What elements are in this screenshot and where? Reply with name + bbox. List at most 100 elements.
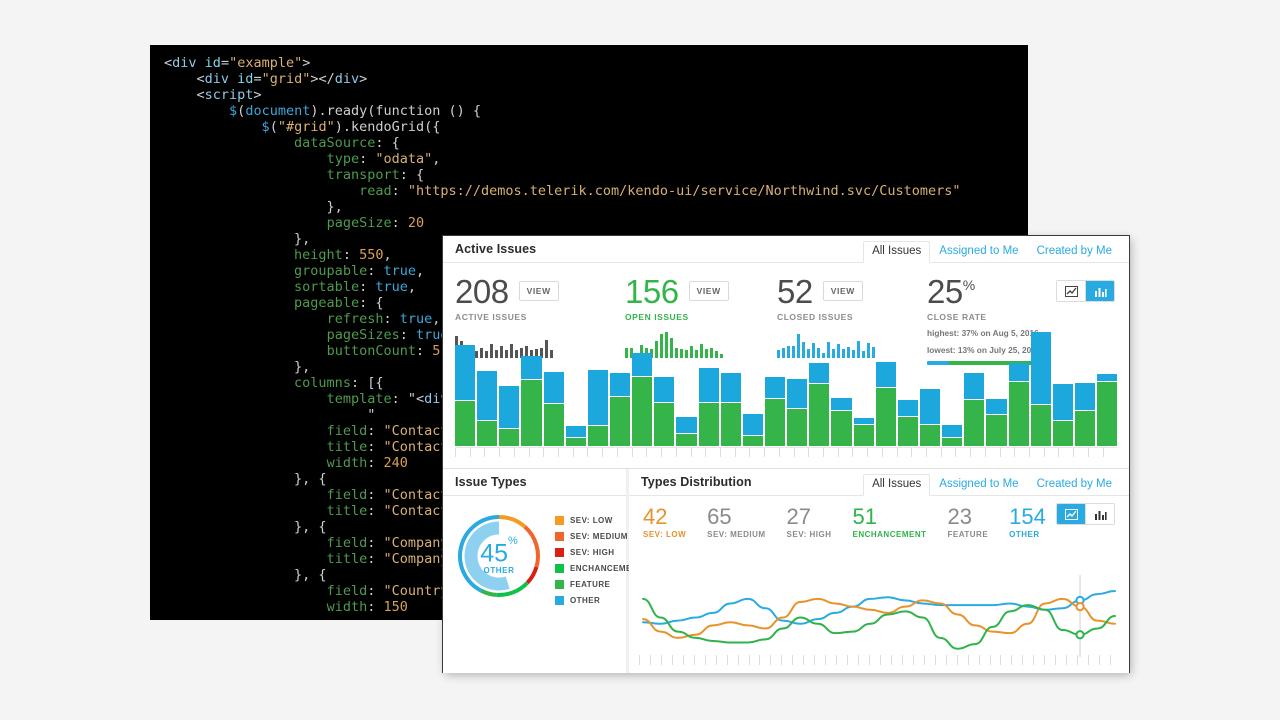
- axis-tick: [902, 655, 913, 665]
- axis-tick: [759, 655, 770, 665]
- types-distribution-panel: Types Distribution All Issues Assigned t…: [629, 469, 1129, 673]
- table-row[interactable]: [610, 373, 630, 446]
- view-open-issues-button[interactable]: VIEW: [689, 281, 729, 301]
- table-row[interactable]: [1097, 374, 1117, 446]
- axis-tick: [955, 448, 970, 457]
- types-distribution-chart-toggle: [1056, 503, 1115, 525]
- axis-tick: [803, 655, 814, 665]
- bar-segment-open: [654, 377, 674, 403]
- table-row[interactable]: [1053, 384, 1073, 446]
- view-closed-issues-button[interactable]: VIEW: [823, 281, 863, 301]
- view-active-issues-button[interactable]: VIEW: [519, 281, 559, 301]
- data-point-marker[interactable]: [1076, 603, 1083, 610]
- kpi-enchancement[interactable]: 51ENCHANCEMENT: [852, 506, 926, 539]
- table-row[interactable]: [809, 363, 829, 446]
- axis-tick: [514, 448, 529, 457]
- table-row[interactable]: [898, 400, 918, 446]
- bar-segment-closed: [1075, 411, 1095, 446]
- table-row[interactable]: [964, 373, 984, 446]
- axis-tick: [808, 448, 823, 457]
- table-row[interactable]: [920, 389, 940, 446]
- table-row[interactable]: [942, 425, 962, 446]
- axis-tick: [1033, 655, 1044, 665]
- line-chart-icon[interactable]: [1057, 281, 1085, 301]
- legend-swatch: [555, 532, 564, 541]
- table-row[interactable]: [521, 356, 541, 446]
- kpi-open-issues-value: 156: [625, 275, 679, 309]
- table-row[interactable]: [986, 399, 1006, 446]
- table-row[interactable]: [854, 418, 874, 446]
- axis-tick: [935, 655, 946, 665]
- axis-tick: [650, 655, 661, 665]
- axis-tick: [979, 655, 990, 665]
- table-row[interactable]: [699, 368, 719, 446]
- bar-segment-open: [1053, 384, 1073, 421]
- kpi-active-issues-value: 208: [455, 275, 509, 309]
- donut-inner-slice[interactable]: [471, 528, 508, 584]
- kpi-closed-issues-label: CLOSED ISSUES: [777, 312, 927, 322]
- table-row[interactable]: [787, 379, 807, 446]
- axis-tick: [913, 655, 924, 665]
- axis-tick: [836, 655, 847, 665]
- bar-chart-icon[interactable]: [1085, 281, 1114, 301]
- kpi-other[interactable]: 154OTHER: [1009, 506, 1046, 539]
- tab-assigned-to-me[interactable]: Assigned to Me: [930, 241, 1027, 262]
- kpi-sev-low[interactable]: 42SEV: LOW: [643, 506, 686, 539]
- table-row[interactable]: [499, 386, 519, 446]
- axis-tick: [529, 448, 544, 457]
- issue-types-donut-chart[interactable]: 45% OTHER: [453, 510, 545, 602]
- dist-tab-created-by-me[interactable]: Created by Me: [1028, 474, 1121, 495]
- kpi-sev-high[interactable]: 27SEV: HIGH: [787, 506, 832, 539]
- issue-types-header: Issue Types: [443, 469, 626, 496]
- table-row[interactable]: [654, 377, 674, 446]
- table-row[interactable]: [876, 362, 896, 446]
- bar-segment-closed: [544, 404, 564, 446]
- axis-tick: [672, 655, 683, 665]
- table-row[interactable]: [588, 370, 608, 446]
- data-point-marker[interactable]: [1076, 631, 1083, 638]
- tab-created-by-me[interactable]: Created by Me: [1028, 241, 1121, 262]
- bar-segment-closed: [743, 436, 763, 446]
- donut-slice[interactable]: [527, 567, 536, 583]
- donut-slice[interactable]: [525, 527, 538, 567]
- bar-segment-open: [743, 414, 763, 436]
- table-row[interactable]: [477, 371, 497, 446]
- axis-tick: [646, 448, 661, 457]
- table-row[interactable]: [831, 398, 851, 446]
- axis-tick: [1099, 655, 1110, 665]
- table-row[interactable]: [1075, 383, 1095, 446]
- table-row[interactable]: [544, 372, 564, 446]
- line-series[interactable]: [643, 599, 1115, 649]
- dist-bar-chart-icon[interactable]: [1085, 504, 1114, 524]
- kpi-close-rate-unit: %: [963, 278, 975, 292]
- kpi-feature[interactable]: 23FEATURE: [947, 506, 988, 539]
- table-row[interactable]: [632, 353, 652, 446]
- table-row[interactable]: [455, 345, 475, 446]
- dist-line-chart-icon[interactable]: [1057, 504, 1085, 524]
- table-row[interactable]: [721, 373, 741, 446]
- kpi-label: SEV: LOW: [643, 530, 686, 539]
- bar-segment-open: [1009, 363, 1029, 383]
- axis-tick: [880, 655, 891, 665]
- types-distribution-line-chart[interactable]: [639, 573, 1121, 673]
- bar-segment-open: [477, 371, 497, 421]
- dist-tab-all-issues[interactable]: All Issues: [863, 474, 930, 496]
- kpi-value: 154: [1009, 506, 1046, 528]
- table-row[interactable]: [1009, 363, 1029, 446]
- table-row[interactable]: [1031, 332, 1051, 446]
- axis-tick: [661, 655, 672, 665]
- table-row[interactable]: [566, 426, 586, 446]
- axis-tick: [602, 448, 617, 457]
- table-row[interactable]: [743, 414, 763, 446]
- tab-all-issues[interactable]: All Issues: [863, 241, 930, 263]
- kpi-sev-medium[interactable]: 65SEV: MEDIUM: [707, 506, 765, 539]
- kpi-label: ENCHANCEMENT: [852, 530, 926, 539]
- dist-tab-assigned-to-me[interactable]: Assigned to Me: [930, 474, 1027, 495]
- bar-segment-open: [521, 356, 541, 380]
- axis-tick: [573, 448, 588, 457]
- table-row[interactable]: [676, 417, 696, 446]
- donut-slice[interactable]: [499, 517, 525, 527]
- donut-slice[interactable]: [481, 591, 496, 595]
- table-row[interactable]: [765, 377, 785, 446]
- axis-tick: [946, 655, 957, 665]
